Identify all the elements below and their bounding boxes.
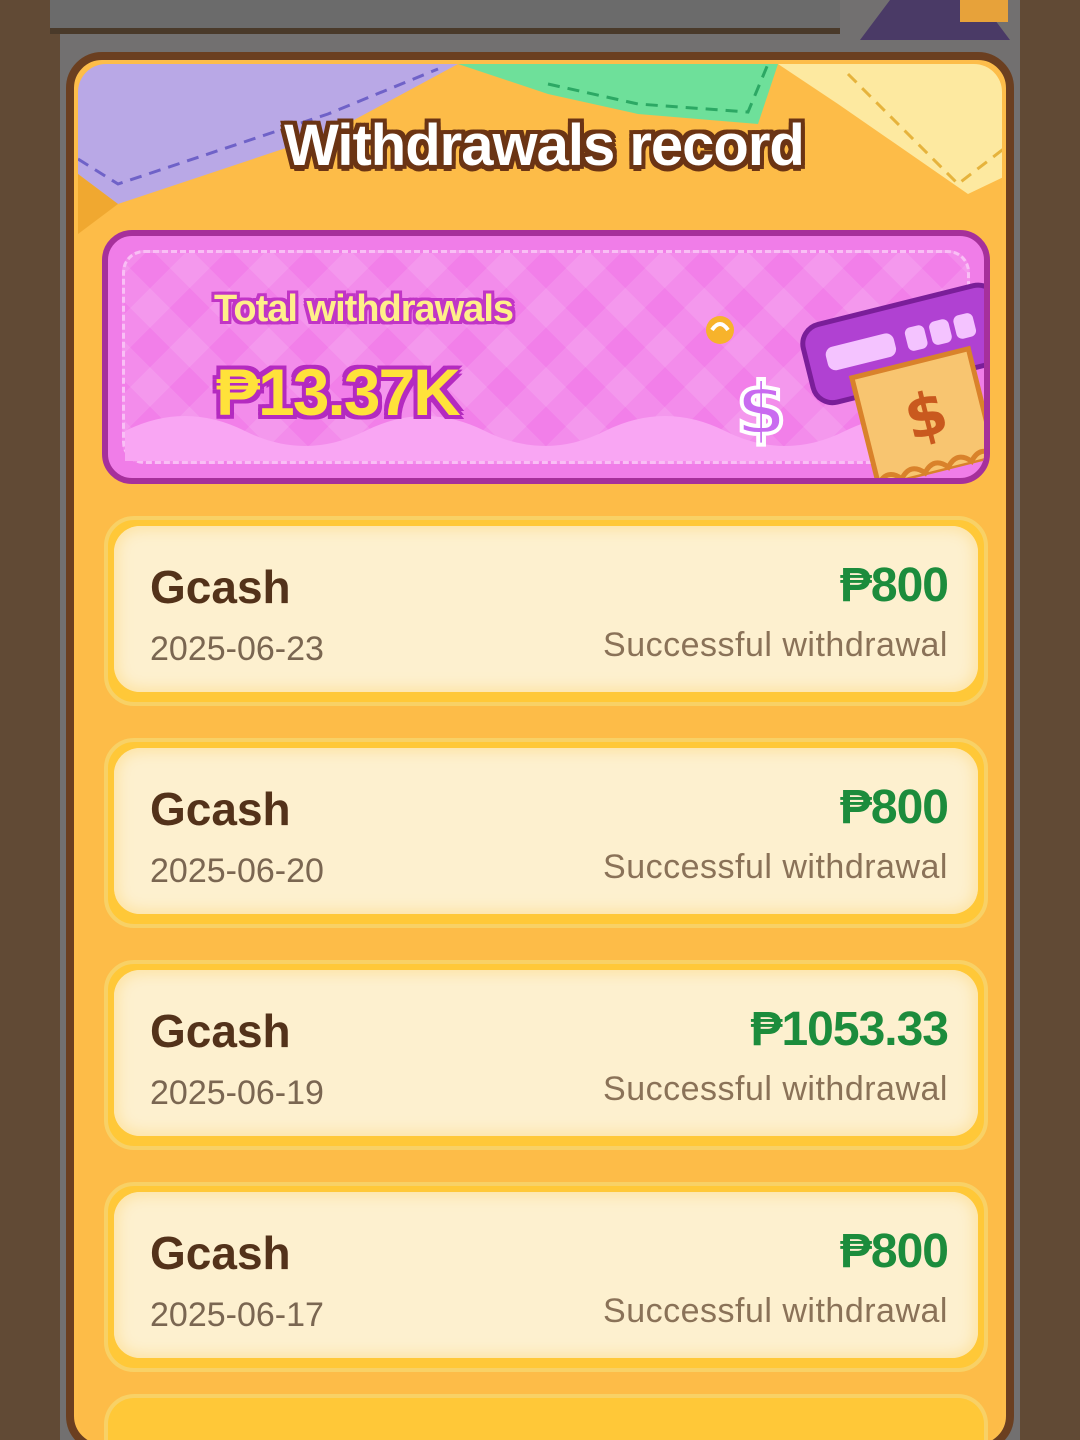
record-method: Gcash	[150, 783, 291, 835]
record-date: 2025-06-20	[150, 852, 324, 890]
withdrawal-record[interactable]: Gcash 2025-06-19 ₱1053.33 Successful wit…	[104, 960, 988, 1150]
background-right-edge	[1020, 0, 1080, 1440]
record-amount: ₱800	[839, 781, 949, 834]
record-date: 2025-06-23	[150, 630, 324, 668]
record-method: Gcash	[150, 561, 291, 613]
withdrawals-record-dialog: Withdrawals record Total withdrawals ₱13…	[66, 52, 1014, 1440]
record-amount: ₱800	[839, 559, 949, 612]
background-left-edge	[0, 0, 60, 1440]
record-amount: ₱1053.33	[750, 1003, 949, 1056]
atm-dollar-icon: $ $	[706, 282, 984, 478]
withdrawal-record[interactable]: Gcash 2025-06-23 ₱800 Successful withdra…	[104, 516, 988, 706]
record-body: Gcash 2025-06-23 ₱800 Successful withdra…	[114, 526, 978, 692]
record-date: 2025-06-19	[150, 1074, 324, 1112]
withdrawal-record[interactable]: Gcash 2025-06-20 ₱800 Successful withdra…	[104, 738, 988, 928]
dollar-sign-icon: $	[736, 367, 786, 451]
record-date: 2025-06-17	[150, 1296, 324, 1334]
record-body: Gcash 2025-06-19 ₱1053.33 Successful wit…	[114, 970, 978, 1136]
record-status: Successful withdrawal	[603, 848, 948, 886]
record-status: Successful withdrawal	[603, 626, 948, 664]
total-withdrawals-amount: ₱13.37K	[216, 355, 461, 429]
record-body: Gcash 2025-06-17 ₱800 Successful withdra…	[114, 1192, 978, 1358]
background-top-bar	[50, 0, 840, 34]
record-method: Gcash	[150, 1005, 291, 1057]
record-method: Gcash	[150, 1227, 291, 1279]
background-gem-icon	[860, 0, 1010, 40]
dialog-body: Withdrawals record Total withdrawals ₱13…	[78, 64, 1002, 1440]
record-status: Successful withdrawal	[603, 1070, 948, 1108]
withdrawal-record-partial[interactable]	[104, 1394, 988, 1440]
total-withdrawals-card: Total withdrawals ₱13.37K $ $	[102, 230, 990, 484]
withdrawal-record[interactable]: Gcash 2025-06-17 ₱800 Successful withdra…	[104, 1182, 988, 1372]
record-body: Gcash 2025-06-20 ₱800 Successful withdra…	[114, 748, 978, 914]
record-status: Successful withdrawal	[603, 1292, 948, 1330]
dialog-title: Withdrawals record	[284, 113, 805, 178]
record-amount: ₱800	[839, 1225, 949, 1278]
total-withdrawals-label: Total withdrawals	[214, 288, 514, 330]
